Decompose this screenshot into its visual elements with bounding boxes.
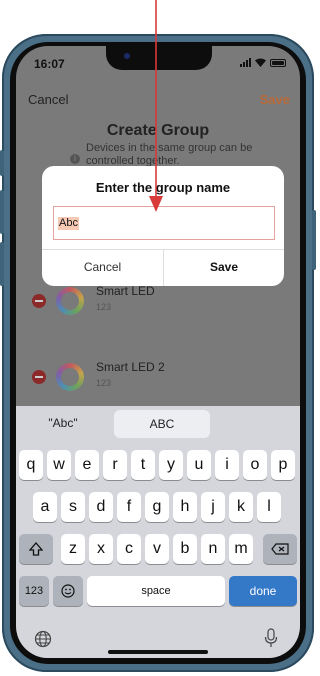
dialog-save-button[interactable]: Save bbox=[164, 249, 284, 286]
key[interactable]: d bbox=[89, 492, 113, 522]
device-name: Smart LED bbox=[96, 284, 155, 298]
camera-dot bbox=[124, 53, 130, 59]
nav-cancel-button[interactable]: Cancel bbox=[28, 92, 68, 107]
status-time: 16:07 bbox=[34, 57, 65, 71]
battery-icon bbox=[270, 58, 286, 67]
key[interactable]: l bbox=[257, 492, 281, 522]
key[interactable]: o bbox=[243, 450, 267, 480]
key[interactable]: q bbox=[19, 450, 43, 480]
key[interactable]: t bbox=[131, 450, 155, 480]
keyboard: "Abc" ABC q w e r t y u i o p a s d f g … bbox=[16, 406, 300, 658]
key[interactable]: n bbox=[201, 534, 225, 564]
device-sub: 123 bbox=[96, 378, 112, 388]
nav-save-button[interactable]: Save bbox=[260, 92, 290, 107]
microphone-icon[interactable] bbox=[264, 628, 278, 648]
phone-screen: 16:07 Cancel Save Create Group i Devices… bbox=[16, 46, 300, 658]
key[interactable]: f bbox=[117, 492, 141, 522]
side-button bbox=[312, 210, 316, 270]
signal-icon bbox=[240, 58, 251, 67]
globe-icon[interactable] bbox=[34, 630, 52, 648]
key[interactable]: r bbox=[103, 450, 127, 480]
device-ring-icon bbox=[56, 363, 84, 391]
notch bbox=[106, 46, 212, 70]
dialog-title: Enter the group name bbox=[95, 180, 231, 195]
key[interactable]: z bbox=[61, 534, 85, 564]
group-name-dialog: Enter the group name Abc Cancel Save bbox=[42, 166, 284, 286]
wifi-icon bbox=[255, 58, 266, 67]
group-name-input-value: Abc bbox=[58, 217, 79, 230]
key[interactable]: v bbox=[145, 534, 169, 564]
dialog-cancel-button[interactable]: Cancel bbox=[42, 249, 163, 286]
key[interactable]: h bbox=[173, 492, 197, 522]
device-row: Smart LED 2 123 bbox=[16, 356, 300, 406]
suggestion-bar: "Abc" ABC bbox=[16, 406, 300, 442]
page-title: Create Group bbox=[106, 122, 210, 139]
device-sub: 123 bbox=[96, 302, 112, 312]
delete-key[interactable] bbox=[263, 534, 297, 564]
emoji-key[interactable] bbox=[53, 576, 83, 606]
status-icons bbox=[240, 58, 286, 67]
home-indicator bbox=[108, 650, 208, 654]
side-button bbox=[0, 150, 4, 176]
key[interactable]: j bbox=[201, 492, 225, 522]
key[interactable]: a bbox=[33, 492, 57, 522]
key[interactable]: c bbox=[117, 534, 141, 564]
key[interactable]: i bbox=[215, 450, 239, 480]
done-key[interactable]: done bbox=[229, 576, 297, 606]
side-button bbox=[0, 190, 4, 234]
delete-icon bbox=[271, 543, 289, 555]
remove-icon[interactable] bbox=[32, 370, 46, 384]
remove-icon[interactable] bbox=[32, 294, 46, 308]
group-name-input[interactable]: Abc bbox=[53, 206, 275, 240]
numbers-key[interactable]: 123 bbox=[19, 576, 49, 606]
device-name: Smart LED 2 bbox=[96, 360, 165, 374]
device-ring-icon bbox=[56, 287, 84, 315]
key[interactable]: u bbox=[187, 450, 211, 480]
space-key[interactable]: space bbox=[87, 576, 225, 606]
side-button bbox=[0, 242, 4, 286]
emoji-icon bbox=[61, 584, 75, 598]
key[interactable]: w bbox=[47, 450, 71, 480]
key[interactable]: p bbox=[271, 450, 295, 480]
key[interactable]: y bbox=[159, 450, 183, 480]
key[interactable]: e bbox=[75, 450, 99, 480]
device-row: Smart LED 123 bbox=[16, 280, 300, 330]
key[interactable]: g bbox=[145, 492, 169, 522]
shift-key[interactable] bbox=[19, 534, 53, 564]
shift-icon bbox=[28, 542, 44, 556]
key[interactable]: m bbox=[229, 534, 253, 564]
suggestion-item[interactable]: "Abc" bbox=[20, 406, 106, 440]
key[interactable]: b bbox=[173, 534, 197, 564]
info-icon: i bbox=[70, 154, 80, 164]
page-subtitle: Devices in the same group can be control… bbox=[86, 142, 253, 167]
key[interactable]: s bbox=[61, 492, 85, 522]
key[interactable]: x bbox=[89, 534, 113, 564]
status-bar: 16:07 bbox=[16, 46, 300, 80]
suggestion-item[interactable]: ABC bbox=[114, 410, 210, 438]
key[interactable]: k bbox=[229, 492, 253, 522]
